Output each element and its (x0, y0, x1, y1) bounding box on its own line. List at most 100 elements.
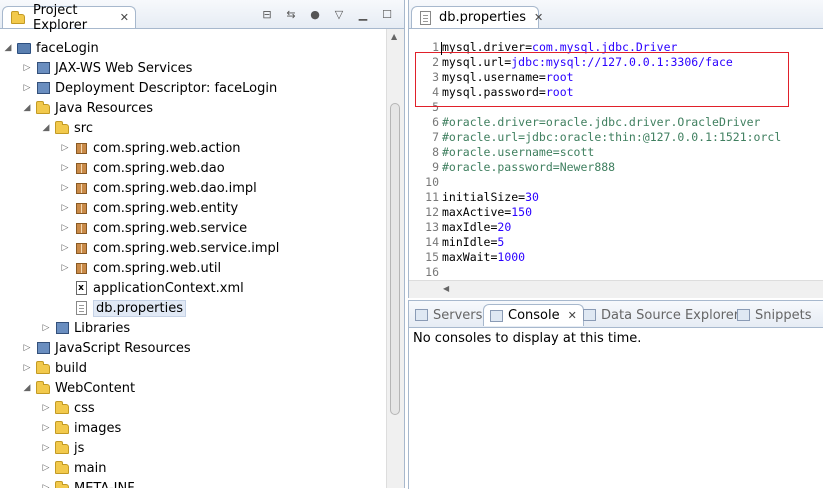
code-line[interactable]: 16 (409, 265, 823, 280)
collapsed-arrow-icon[interactable]: ▷ (59, 163, 71, 173)
code-line[interactable]: 15 maxWait=1000 (409, 250, 823, 265)
tree-item[interactable]: ▷ js (40, 438, 85, 458)
collapsed-arrow-icon[interactable]: ▷ (59, 223, 71, 233)
collapsed-arrow-icon[interactable]: ▷ (59, 243, 71, 253)
code-line[interactable]: 5 (409, 100, 823, 115)
tree-item[interactable]: ▷ build (21, 358, 87, 378)
code-line[interactable]: 1 mysql.driver=com.mysql.jdbc.Driver (409, 40, 823, 55)
code-line[interactable]: 11 initialSize=30 (409, 190, 823, 205)
view-menu-icon[interactable]: ▽ (332, 9, 346, 21)
expanded-arrow-icon[interactable]: ◢ (2, 43, 14, 53)
tree-item[interactable]: ◢ faceLogin (2, 38, 99, 58)
tree-item[interactable]: ◢ Java Resources (21, 98, 153, 118)
property-value: 20 (497, 220, 512, 234)
tree-item[interactable]: ▷ com.spring.web.service.impl (59, 238, 280, 258)
code-line[interactable]: 2 mysql.url=jdbc:mysql://127.0.0.1:3306/f… (409, 55, 823, 70)
expanded-arrow-icon[interactable]: ◢ (40, 123, 52, 133)
collapsed-arrow-icon[interactable]: ▷ (59, 183, 71, 193)
collapsed-arrow-icon[interactable]: ▷ (40, 443, 52, 453)
collapsed-arrow-icon[interactable]: ▷ (21, 343, 33, 353)
tree-item[interactable]: ▷ JavaScript Resources (21, 338, 191, 358)
editor-tab-bar: db.properties ✕ (409, 0, 823, 29)
close-icon[interactable]: ✕ (534, 11, 543, 24)
tree-item[interactable]: x applicationContext.xml (59, 278, 244, 298)
maximize-icon[interactable]: ☐ (380, 9, 394, 21)
collapsed-arrow-icon[interactable]: ▷ (59, 203, 71, 213)
tab-label: db.properties (439, 10, 526, 25)
tab-data-source-explorer[interactable]: Data Source Explorer (583, 304, 739, 326)
code-line[interactable]: 10 (409, 175, 823, 190)
minimize-icon[interactable]: ▁ (356, 9, 370, 21)
expanded-arrow-icon[interactable]: ◢ (21, 103, 33, 113)
package-icon (73, 200, 89, 216)
customize-view-icon[interactable]: ● (308, 9, 322, 21)
tree-item-label: com.spring.web.dao (93, 160, 225, 176)
code-line[interactable]: 3 mysql.username=root (409, 70, 823, 85)
expanded-arrow-icon[interactable]: ◢ (21, 383, 33, 393)
code-line[interactable]: 7 #oracle.url=jdbc:oracle:thin:@127.0.0.1… (409, 130, 823, 145)
tree-item[interactable]: ▷ com.spring.web.entity (59, 198, 239, 218)
libraries-icon (54, 320, 70, 336)
collapsed-arrow-icon[interactable]: ▷ (59, 143, 71, 153)
tab-console[interactable]: Console ✕ (483, 304, 584, 326)
collapsed-arrow-icon[interactable]: ▷ (40, 463, 52, 473)
collapsed-arrow-icon[interactable]: ▷ (59, 263, 71, 273)
collapsed-arrow-icon[interactable]: ▷ (40, 423, 52, 433)
tab-servers[interactable]: Servers (415, 304, 482, 326)
code-line[interactable]: 12 maxActive=150 (409, 205, 823, 220)
tree-item[interactable]: ▷ images (40, 418, 122, 438)
tree-item-label: JavaScript Resources (55, 340, 191, 356)
collapsed-arrow-icon[interactable]: ▷ (21, 63, 33, 73)
tree-item[interactable]: db.properties (59, 298, 186, 318)
servers-icon (415, 309, 428, 321)
javascript-resources-icon (35, 340, 51, 356)
code-line[interactable]: 14 minIdle=5 (409, 235, 823, 250)
tab-db-properties[interactable]: db.properties ✕ (411, 6, 543, 28)
comment-text: #oracle.driver=oracle.jdbc.driver.Oracle… (442, 115, 761, 129)
collapsed-arrow-icon[interactable]: ▷ (40, 483, 52, 488)
tree-item[interactable]: ▷ Deployment Descriptor: faceLogin (21, 78, 278, 98)
folder-icon (54, 460, 70, 476)
collapsed-arrow-icon[interactable]: ▷ (21, 83, 33, 93)
collapsed-arrow-icon[interactable]: ▷ (40, 323, 52, 333)
tab-label: Snippets (755, 307, 812, 323)
code-line[interactable]: 6 #oracle.driver=oracle.jdbc.driver.Oracl… (409, 115, 823, 130)
tree-item[interactable]: ◢ src (40, 118, 93, 138)
tree-item[interactable]: ▷ com.spring.web.action (59, 138, 241, 158)
close-icon[interactable]: ✕ (568, 309, 577, 322)
tree-item[interactable]: ▷ META-INF (40, 478, 135, 488)
tab-project-explorer[interactable]: Project Explorer ✕ (2, 3, 136, 33)
tree-item[interactable]: ▷ css (40, 398, 95, 418)
tree-item[interactable]: ▷ com.spring.web.dao (59, 158, 225, 178)
tree-item[interactable]: ▷ com.spring.web.util (59, 258, 222, 278)
close-icon[interactable]: ✕ (120, 11, 129, 24)
tab-snippets[interactable]: Snippets (737, 304, 811, 326)
properties-file-icon (73, 300, 89, 316)
link-with-editor-icon[interactable]: ⇆ (284, 9, 298, 21)
code-line[interactable]: 13 maxIdle=20 (409, 220, 823, 235)
scrollbar-thumb[interactable] (390, 103, 400, 415)
collapsed-arrow-icon[interactable]: ▷ (40, 403, 52, 413)
tree-item[interactable]: ▷ main (40, 458, 107, 478)
property-key: minIdle= (442, 235, 498, 249)
collapsed-arrow-icon[interactable]: ▷ (21, 363, 33, 373)
property-key: maxIdle= (442, 220, 498, 234)
tree-item[interactable]: ▷ com.spring.web.dao.impl (59, 178, 257, 198)
explorer-scrollbar[interactable]: ▲ (386, 29, 404, 488)
project-explorer-icon (11, 10, 25, 26)
line-number: 9 (432, 160, 439, 174)
tree-item-label: build (55, 360, 87, 376)
tree-item[interactable]: ▷ Libraries (40, 318, 131, 338)
tree-item[interactable]: ◢ WebContent (21, 378, 136, 398)
tree-item[interactable]: ▷ com.spring.web.service (59, 218, 248, 238)
code-line[interactable]: 8 #oracle.username=scott (409, 145, 823, 160)
scroll-left-icon[interactable]: ◀ (443, 284, 449, 293)
tree-item-label: META-INF (74, 480, 135, 489)
scroll-up-icon[interactable]: ▲ (391, 32, 397, 41)
tree-item[interactable]: ▷ JAX-WS Web Services (21, 58, 193, 78)
editor-horizontal-scrollbar[interactable]: ◀ (409, 280, 823, 298)
collapse-all-icon[interactable]: ⊟ (260, 9, 274, 21)
package-icon (73, 180, 89, 196)
code-line[interactable]: 9 #oracle.password=Newer888 (409, 160, 823, 175)
code-line[interactable]: 4 mysql.password=root (409, 85, 823, 100)
